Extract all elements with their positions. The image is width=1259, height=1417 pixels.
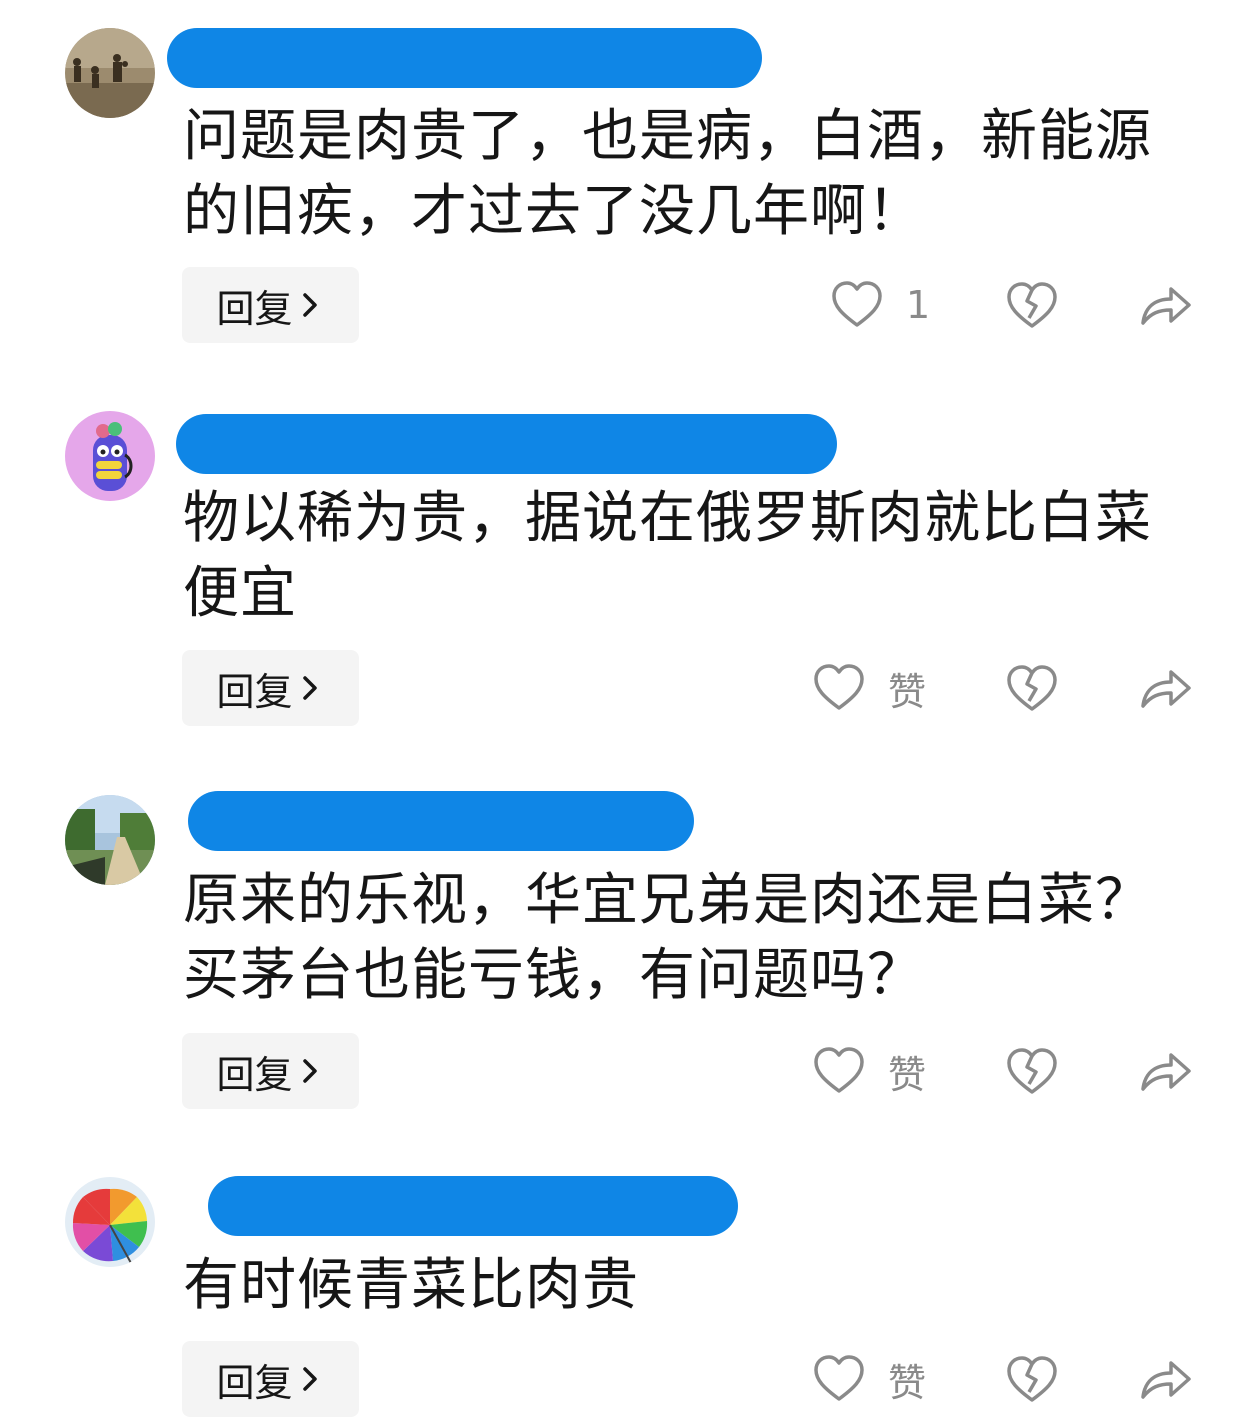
broken-heart-icon[interactable] xyxy=(1004,1043,1060,1099)
broken-heart-icon[interactable] xyxy=(1004,1351,1060,1407)
comment-text: 有时候青菜比肉贵 xyxy=(183,1253,639,1318)
reply-button[interactable]: 回复 xyxy=(182,650,359,726)
reply-label: 回复 xyxy=(216,286,293,331)
like-label: 赞 xyxy=(888,669,927,714)
like-count: 1 xyxy=(906,283,931,327)
chevron-right-icon xyxy=(302,293,317,317)
username-redacted[interactable] xyxy=(176,414,837,474)
like-button[interactable]: 1 xyxy=(830,277,930,333)
share-arrow-icon[interactable] xyxy=(1137,277,1193,333)
chevron-right-icon xyxy=(302,1059,317,1083)
share-arrow-icon[interactable] xyxy=(1137,660,1193,716)
avatar[interactable] xyxy=(65,411,155,501)
share-arrow-icon[interactable] xyxy=(1137,1043,1193,1099)
reply-label: 回复 xyxy=(216,669,293,714)
reply-label: 回复 xyxy=(216,1052,293,1097)
reply-button[interactable]: 回复 xyxy=(182,1341,359,1417)
comment-item: 有时候青菜比肉贵 回复 赞 xyxy=(0,1146,1259,1417)
comment-item: 物以稀为贵，据说在俄罗斯肉就比白菜便宜 回复 赞 xyxy=(0,380,1259,763)
comment-item: 问题是肉贵了，也是病，白酒，新能源的旧疾，才过去了没几年啊！ 回复 1 xyxy=(0,0,1259,380)
like-button[interactable]: 赞 xyxy=(812,660,926,716)
avatar[interactable] xyxy=(65,1177,155,1267)
comment-text: 问题是肉贵了，也是病，白酒，新能源的旧疾，才过去了没几年啊！ xyxy=(183,104,1152,244)
username-redacted[interactable] xyxy=(188,791,694,851)
comment-text: 原来的乐视，华宜兄弟是肉还是白菜？买茅台也能亏钱，有问题吗？ xyxy=(183,868,1152,1008)
reply-button[interactable]: 回复 xyxy=(182,1033,359,1109)
avatar[interactable] xyxy=(65,795,155,885)
reply-button[interactable]: 回复 xyxy=(182,267,359,343)
comment-text: 物以稀为贵，据说在俄罗斯肉就比白菜便宜 xyxy=(183,486,1152,626)
username-redacted[interactable] xyxy=(167,28,762,88)
broken-heart-icon[interactable] xyxy=(1004,277,1060,333)
username-redacted[interactable] xyxy=(208,1176,738,1236)
heart-outline-icon xyxy=(832,281,882,327)
like-button[interactable]: 赞 xyxy=(812,1351,926,1407)
comment-item: 原来的乐视，华宜兄弟是肉还是白菜？买茅台也能亏钱，有问题吗？ 回复 赞 xyxy=(0,763,1259,1146)
broken-heart-icon[interactable] xyxy=(1004,660,1060,716)
heart-outline-icon xyxy=(814,1047,864,1093)
like-button[interactable]: 赞 xyxy=(812,1043,926,1099)
like-label: 赞 xyxy=(888,1360,927,1405)
heart-outline-icon xyxy=(814,664,864,710)
like-label: 赞 xyxy=(888,1052,927,1097)
avatar[interactable] xyxy=(65,28,155,118)
reply-label: 回复 xyxy=(216,1360,293,1405)
share-arrow-icon[interactable] xyxy=(1137,1351,1193,1407)
chevron-right-icon xyxy=(302,676,317,700)
heart-outline-icon xyxy=(814,1355,864,1401)
chevron-right-icon xyxy=(302,1367,317,1391)
